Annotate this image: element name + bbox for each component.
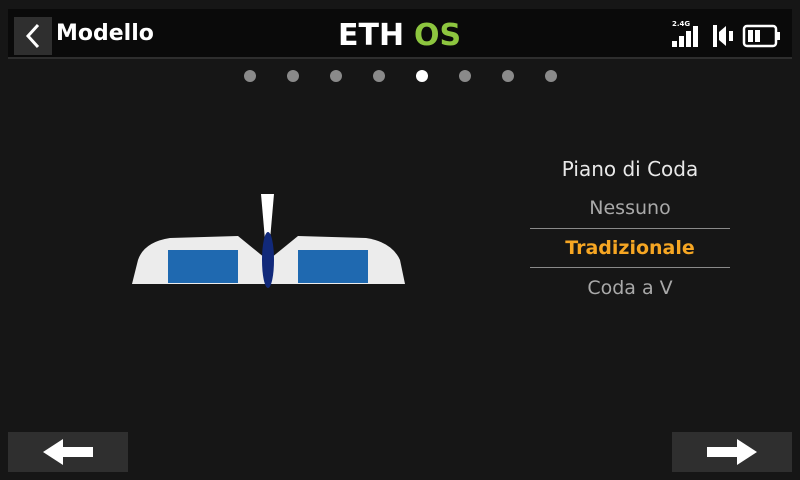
tail-type-selector: Piano di Coda Nessuno Tradizionale Coda … [530,150,730,308]
page-dot-active[interactable] [416,70,428,82]
speaker-icon [713,25,733,47]
tail-preview-illustration [132,194,405,288]
rudder [262,232,274,288]
page-dot[interactable] [244,70,256,82]
signal-icon: 2.4G [672,20,698,47]
arrow-left-icon [43,439,93,465]
page-dot[interactable] [330,70,342,82]
previous-button[interactable] [8,432,128,472]
option-traditional[interactable]: Tradizionale [530,228,730,268]
arrow-right-icon [707,439,757,465]
selector-heading: Piano di Coda [561,157,699,181]
page-title: Modello [56,21,154,46]
right-elevator [298,250,368,283]
status-area: 2.4G [670,19,782,49]
logo-os: OS [414,18,461,51]
page-dot[interactable] [502,70,514,82]
option-v-tail[interactable]: Coda a V [530,268,730,308]
page-dot[interactable] [373,70,385,82]
logo-eth: ETH [338,18,404,51]
page-dot[interactable] [459,70,471,82]
page-indicator [0,70,800,84]
next-button[interactable] [672,432,792,472]
top-bar: Modello ETH OS 2.4G [8,9,792,59]
page-dot[interactable] [545,70,557,82]
back-button[interactable] [14,17,52,55]
option-none[interactable]: Nessuno [530,188,730,228]
ethos-logo: ETH OS [338,18,461,51]
battery-icon [742,24,780,48]
back-chevron-icon [25,23,40,49]
page-dot[interactable] [287,70,299,82]
signal-band-label: 2.4G [672,20,690,28]
left-elevator [168,250,238,283]
